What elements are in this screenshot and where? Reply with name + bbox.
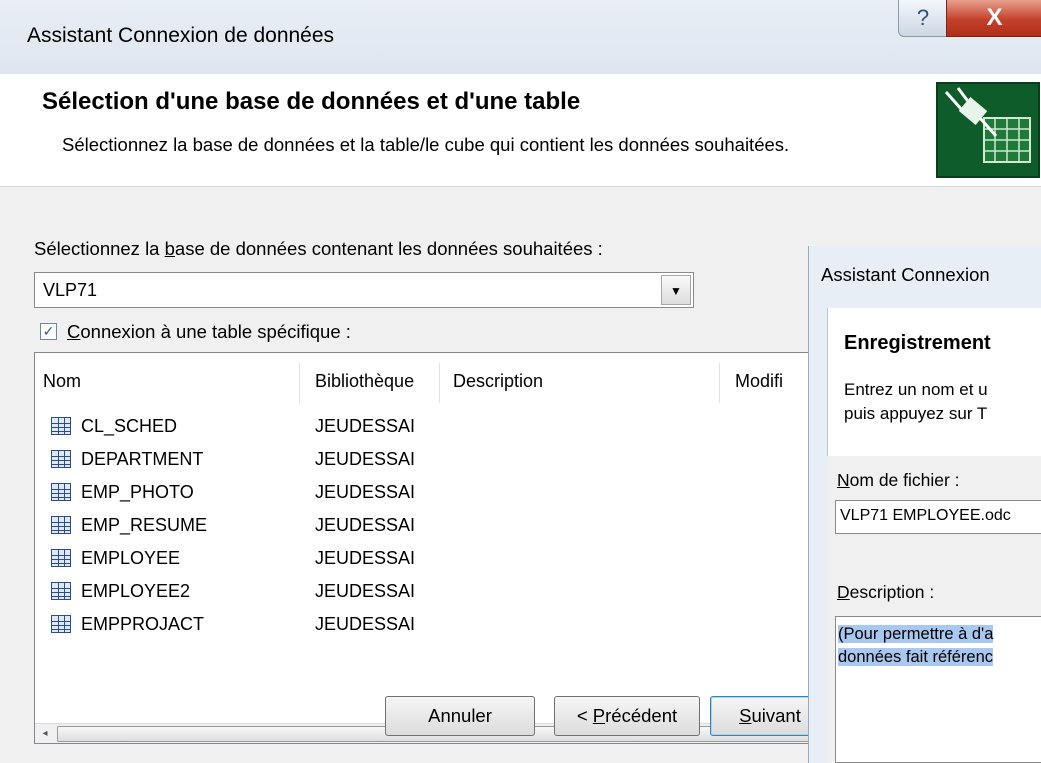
page-title: Sélection d'une base de données et d'une… [42,88,581,115]
table-row[interactable]: EMPLOYEE JEUDESSAI [35,543,823,576]
table-icon [51,615,71,633]
row-library: JEUDESSAI [315,548,416,568]
description-label: Description : [837,582,935,602]
table-icon [51,450,71,468]
column-header-description[interactable]: Description [453,371,543,392]
window-title: Assistant Connexion de données [27,24,335,47]
column-divider[interactable] [719,363,720,403]
row-library: JEUDESSAI [315,581,416,601]
row-library: JEUDESSAI [315,515,416,535]
row-name: CL_SCHED [81,416,178,436]
file-name-input[interactable]: VLP71 EMPLOYEE.odc [835,500,1041,534]
row-library: JEUDESSAI [315,614,416,634]
column-divider[interactable] [299,363,300,403]
table-icon [51,516,71,534]
row-library: JEUDESSAI [315,416,416,436]
description-textarea[interactable]: (Pour permettre à d'a données fait référ… [835,616,1041,763]
wizard-header: Sélection d'une base de données et d'une… [0,74,1041,187]
table-row[interactable]: EMP_RESUME JEUDESSAI [35,510,823,543]
database-label: Sélectionnez la base de données contenan… [34,238,603,259]
chevron-down-icon[interactable]: ▼ [661,275,691,305]
table-row[interactable]: EMPLOYEE2 JEUDESSAI [35,576,823,609]
table-icon [51,582,71,600]
table-icon [51,549,71,567]
table-row[interactable]: CL_SCHED JEUDESSAI [35,411,823,444]
help-button[interactable]: ? [898,0,948,37]
table-icon [51,483,71,501]
table-row[interactable]: EMP_PHOTO JEUDESSAI [35,477,823,510]
row-library: JEUDESSAI [315,482,416,502]
column-divider[interactable] [439,363,440,403]
instructions: Entrez un nom et u puis appuyez sur T [844,380,988,423]
column-header-modified[interactable]: Modifi [735,371,783,392]
window-title: Assistant Connexion [821,264,990,285]
row-name: EMP_PHOTO [81,482,194,502]
tables-list[interactable]: Nom Bibliothèque Description Modifi CL_S… [34,352,824,744]
help-icon: ? [916,5,930,30]
title-bar: Assistant Connexion de données ? X [0,0,1041,75]
row-name: EMPPROJACT [81,614,205,634]
database-combobox[interactable]: VLP71 ▼ [34,272,694,308]
specific-table-label[interactable]: Connexion à une table spécifique : [67,321,351,343]
page-title: Enregistrement [844,332,991,354]
table-row[interactable]: DEPARTMENT JEUDESSAI [35,444,823,477]
file-name-label: Nom de fichier : [837,470,960,490]
specific-table-checkbox[interactable]: ✓ [40,323,57,340]
row-name: EMP_RESUME [81,515,208,535]
row-library: JEUDESSAI [315,449,416,469]
row-name: EMPLOYEE2 [81,581,191,601]
row-name: EMPLOYEE [81,548,181,568]
database-value: VLP71 [43,280,98,300]
wizard-body: Nom de fichier : VLP71 EMPLOYEE.odc Desc… [827,456,1041,763]
close-button[interactable]: X [946,0,1041,37]
cancel-button[interactable]: Annuler [385,696,535,736]
plug-grid-icon [936,82,1040,178]
description-text: (Pour permettre à d'a données fait référ… [838,625,994,666]
table-row[interactable]: EMPPROJACT JEUDESSAI [35,609,823,642]
column-header-library[interactable]: Bibliothèque [315,371,414,392]
row-name: DEPARTMENT [81,449,204,469]
table-icon [51,417,71,435]
close-icon: X [986,4,1003,31]
previous-button[interactable]: < Précédent [554,696,700,736]
save-connection-dialog: Assistant Connexion Enregistrement Entre… [808,246,1041,763]
scroll-left-icon[interactable]: ◂ [37,726,53,742]
column-header-name[interactable]: Nom [43,371,81,392]
page-subtitle: Sélectionnez la base de données et la ta… [62,134,790,155]
